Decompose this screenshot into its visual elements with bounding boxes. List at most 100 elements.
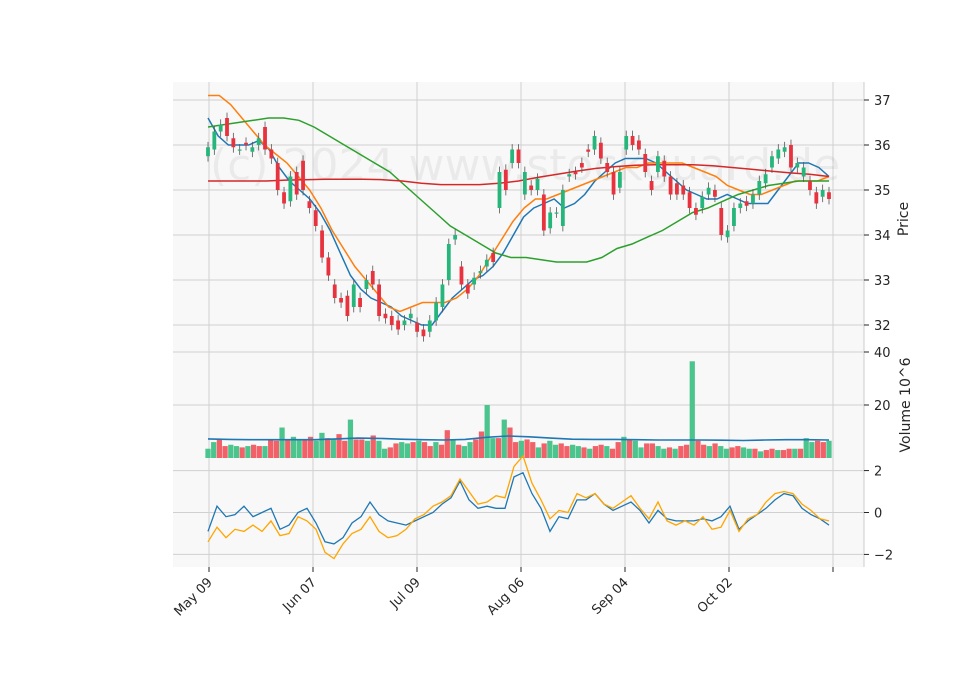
volume-bar (205, 448, 211, 458)
volume-bar (250, 444, 257, 458)
volume-bar (353, 439, 359, 458)
candle-body (415, 322, 420, 332)
price-tick-label: 34 (874, 229, 891, 244)
candle-body (503, 169, 508, 190)
volume-bar (268, 439, 274, 458)
candle-body (440, 284, 445, 307)
candle-body (275, 163, 280, 190)
candle-body (225, 118, 229, 136)
candle-body (351, 284, 356, 307)
candle-body (662, 160, 667, 177)
candle-body (782, 147, 787, 152)
volume-tick-label: 20 (874, 399, 891, 414)
volume-bar (296, 439, 302, 458)
volume-bar (587, 448, 593, 458)
volume-bar (820, 442, 826, 458)
volume-bar (735, 446, 741, 458)
volume-bar (792, 448, 798, 458)
candle-body (459, 266, 464, 285)
candle-body (732, 208, 736, 226)
price-tick-label: 32 (874, 319, 891, 334)
candle-body (446, 244, 451, 280)
candle-body (377, 284, 381, 316)
candle-body (554, 212, 559, 214)
volume-bar (216, 439, 223, 458)
price-axis-title: Price (896, 202, 912, 236)
candle-body (250, 147, 255, 152)
price-tick-label: 36 (874, 139, 891, 154)
volume-bar (342, 440, 348, 458)
volume-bar (273, 440, 279, 458)
volume-bar (330, 439, 336, 458)
candle-body (700, 196, 705, 208)
volume-bar (695, 440, 701, 458)
volume-bar (547, 440, 553, 458)
volume-bar (666, 447, 673, 458)
candle-body (770, 156, 774, 168)
candle-body (548, 212, 553, 229)
volume-bar (701, 444, 707, 458)
volume-tick-label: 40 (874, 346, 891, 361)
candle-body (636, 140, 641, 150)
candle-body (573, 172, 578, 175)
candle-body (320, 230, 324, 258)
price-tick-label: 37 (874, 94, 891, 109)
volume-bar (564, 446, 570, 458)
volume-bar (570, 444, 576, 458)
candle-body (484, 259, 489, 267)
volume-bar (359, 439, 365, 458)
candle-body (630, 136, 635, 145)
candle-body (763, 174, 768, 184)
candle-body (801, 167, 806, 177)
volume-bar (285, 439, 291, 458)
volume-bar (404, 443, 411, 458)
volume-bar (416, 440, 422, 458)
candle-body (719, 208, 724, 235)
volume-bar (575, 446, 581, 458)
candle-body (814, 192, 819, 204)
volume-bar (552, 444, 559, 458)
candle-body (713, 190, 717, 197)
volume-bar (683, 444, 690, 458)
volume-bar (644, 443, 650, 458)
candle-body (370, 271, 375, 285)
price-tick-label: 35 (874, 184, 891, 199)
candle-body (427, 320, 432, 332)
volume-bar (592, 446, 599, 458)
volume-bar (581, 447, 587, 458)
volume-bar (541, 443, 547, 458)
candle-body (465, 284, 470, 294)
candle-body (421, 329, 426, 337)
candle-body (301, 160, 305, 190)
volume-bar (387, 447, 393, 458)
volume-bar (461, 446, 467, 458)
candle-body (453, 235, 458, 240)
volume-bar (507, 427, 513, 458)
candle-body (383, 313, 388, 319)
panel-background-0 (173, 82, 864, 352)
volume-bar (513, 442, 519, 458)
volume-bar (279, 427, 285, 458)
candle-body (535, 178, 540, 190)
candle-body (687, 192, 692, 208)
volume-bar (473, 439, 479, 458)
candle-body (358, 298, 362, 307)
volume-bar (393, 443, 399, 458)
candle-body (516, 149, 521, 163)
volume-bar (325, 438, 331, 458)
candle-body (478, 271, 483, 274)
candle-body (491, 253, 496, 262)
oscillator-tick-label: −2 (874, 548, 893, 563)
candle-body (694, 208, 698, 215)
candle-body (820, 190, 825, 197)
volume-bar (786, 448, 792, 458)
candle-body (364, 280, 369, 289)
candle-body (827, 192, 831, 199)
candle-body (681, 185, 686, 195)
candle-body (776, 149, 781, 159)
volume-bar (655, 446, 661, 458)
volume-bar (609, 448, 616, 458)
volume-bar (410, 442, 416, 458)
volume-bar (467, 442, 473, 458)
volume-bar (376, 440, 382, 458)
